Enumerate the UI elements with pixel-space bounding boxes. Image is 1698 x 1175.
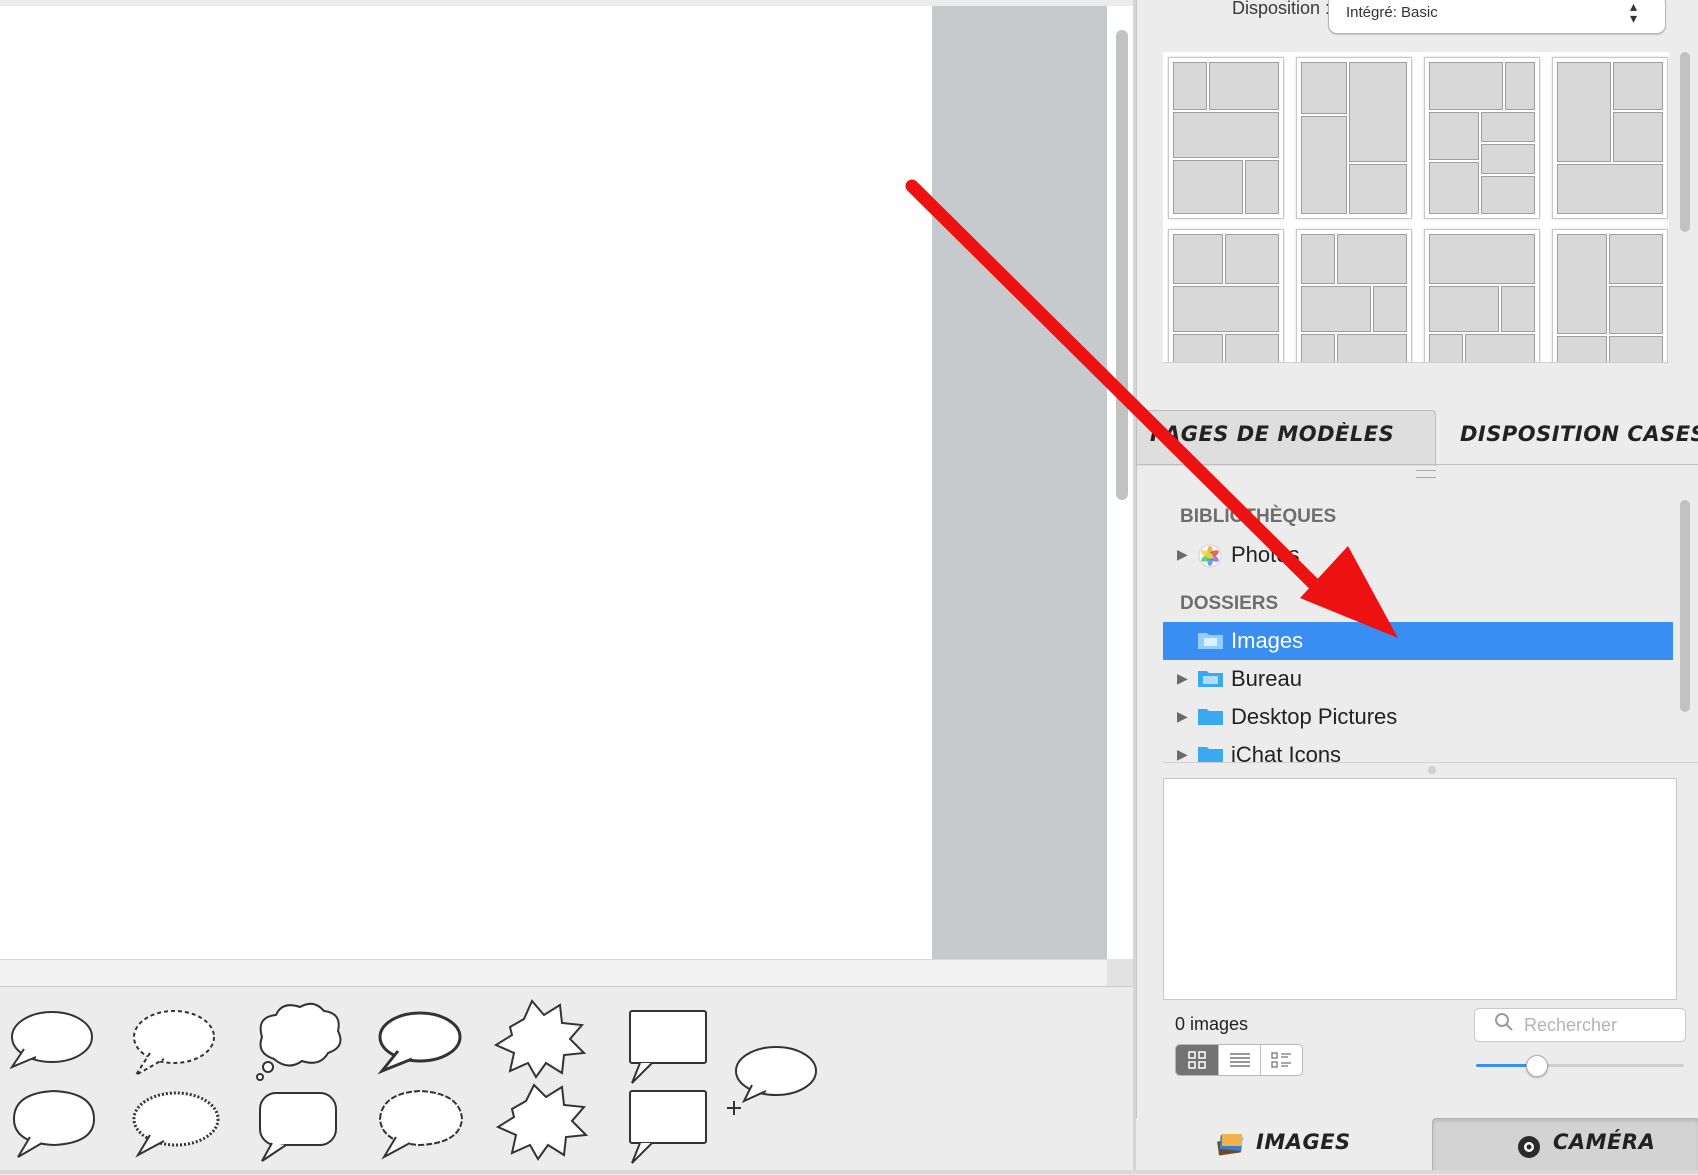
layout-thumbnail[interactable]	[1552, 57, 1668, 219]
source-item-label: Desktop Pictures	[1231, 704, 1398, 729]
layout-thumbnail[interactable]	[1552, 229, 1668, 362]
balloon-tray	[0, 986, 1136, 1175]
disclosure-triangle-icon[interactable]: ▶	[1177, 708, 1188, 725]
image-browser[interactable]	[1163, 778, 1677, 1000]
add-balloon[interactable]	[727, 1046, 817, 1115]
tab-images-label: IMAGES	[1256, 1130, 1351, 1154]
canvas-background	[932, 6, 1107, 959]
canvas-vertical-scroll-thumb[interactable]	[1116, 30, 1128, 500]
pane-divider[interactable]	[1133, 0, 1136, 1174]
select-arrows-icon: ▴ ▾	[1630, 0, 1638, 26]
balloon-scalloped[interactable]	[132, 1091, 220, 1158]
speech-balloon-rough[interactable]	[377, 1011, 462, 1075]
camera-icon	[1518, 1136, 1540, 1158]
source-item-desktop-pictures[interactable]: ▶ Desktop Pictures	[1163, 698, 1673, 736]
source-item-label: Photos	[1231, 542, 1300, 567]
layout-grid	[1163, 52, 1669, 363]
tab-pages-de-modeles-label: PAGES DE MODÈLES	[1150, 422, 1395, 446]
source-item-ichat-icons[interactable]: ▶ iChat Icons	[1163, 736, 1673, 762]
shout-balloon-star-2[interactable]	[495, 1083, 589, 1161]
source-item-label: iChat Icons	[1231, 742, 1342, 762]
folders-header: DOSSIERS	[1180, 593, 1279, 614]
libraries-header: BIBLIOTHÈQUES	[1180, 506, 1337, 527]
layout-thumbnail[interactable]	[1296, 57, 1412, 219]
source-item-images[interactable]: Images	[1163, 622, 1673, 660]
tabs-divider	[1136, 464, 1698, 465]
bottom-edge	[0, 1170, 1698, 1174]
detail-view-icon[interactable]	[1260, 1045, 1302, 1075]
disclosure-triangle-icon[interactable]: ▶	[1177, 546, 1188, 563]
source-item-bureau[interactable]: ▶ Bureau	[1163, 660, 1673, 698]
tab-disposition-cases[interactable]: DISPOSITION CASES	[1460, 422, 1698, 446]
source-item-label: Bureau	[1231, 666, 1302, 691]
speech-balloon-spiky-oval[interactable]	[12, 1089, 96, 1158]
images-stack-icon	[1216, 1130, 1244, 1156]
canvas-horizontal-scrollbar[interactable]	[0, 959, 1140, 987]
balloon-wavy[interactable]	[378, 1089, 464, 1160]
search-placeholder: Rechercher	[1524, 1015, 1618, 1035]
source-item-label: Images	[1231, 628, 1304, 653]
balloon-rounded-rect[interactable]	[259, 1092, 337, 1162]
layout-thumbnail[interactable]	[1424, 57, 1540, 219]
split-handle[interactable]	[1416, 470, 1436, 478]
caption-box-balloon[interactable]	[629, 1010, 707, 1084]
source-item-photos[interactable]: ▶ Photos	[1163, 536, 1673, 574]
balloon-shapes	[9, 999, 817, 1164]
shout-balloon-star[interactable]	[493, 999, 587, 1079]
resize-dot[interactable]	[1428, 766, 1436, 774]
disclosure-triangle-icon[interactable]: ▶	[1177, 670, 1188, 687]
layout-thumbnail[interactable]	[1296, 229, 1412, 362]
disposition-label: Disposition :	[1231, 0, 1330, 18]
pictures-folder-icon	[1197, 630, 1224, 650]
search-icon	[1494, 1012, 1514, 1038]
disclosure-triangle-icon[interactable]: ▶	[1177, 746, 1188, 762]
comic-page-canvas[interactable]	[0, 6, 932, 959]
whisper-balloon-dashed[interactable]	[133, 1010, 215, 1076]
photos-app-icon	[1197, 544, 1224, 568]
source-list-scroll-thumb[interactable]	[1680, 500, 1690, 712]
thought-balloon-cloud[interactable]	[256, 1002, 342, 1081]
list-view-icon[interactable]	[1218, 1045, 1260, 1075]
layout-thumbnail[interactable]	[1168, 57, 1284, 219]
view-mode-segmented-control[interactable]	[1175, 1044, 1303, 1076]
layout-grid-scroll-thumb[interactable]	[1680, 52, 1690, 232]
zoom-slider-knob[interactable]	[1526, 1055, 1548, 1077]
folder-icon	[1197, 706, 1224, 726]
speech-balloon-oval[interactable]	[9, 1011, 93, 1070]
disposition-selected-value: Intégré: Basic	[1346, 4, 1438, 21]
tab-camera-label: CAMÉRA	[1553, 1130, 1656, 1154]
caption-box-balloon-2[interactable]	[629, 1090, 707, 1164]
layout-thumbnail[interactable]	[1424, 229, 1540, 362]
image-count: 0 images	[1175, 1014, 1249, 1034]
desktop-folder-icon	[1197, 668, 1224, 688]
layout-thumbnail[interactable]	[1168, 229, 1284, 362]
grid-view-icon[interactable]	[1176, 1045, 1218, 1075]
folder-icon	[1197, 744, 1224, 762]
